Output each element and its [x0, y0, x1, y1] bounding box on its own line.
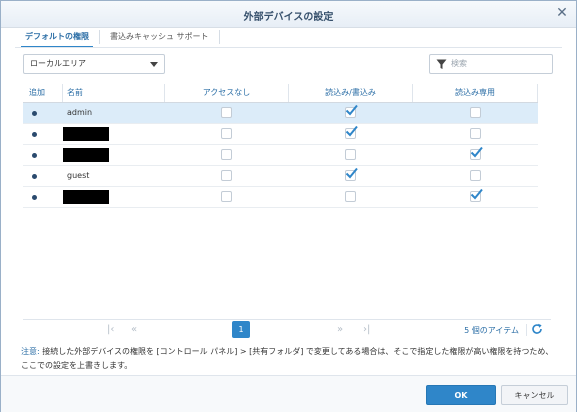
- close-icon[interactable]: ✕: [554, 5, 570, 21]
- read-write-checkbox[interactable]: [345, 191, 356, 202]
- read-only-checkbox[interactable]: [469, 128, 481, 139]
- header-read-only[interactable]: 読込み専用: [413, 84, 538, 102]
- permissions-table: 追加 名前 アクセスなし 読込み/書込み 読込み専用 admin guest: [23, 84, 538, 208]
- ok-button[interactable]: OK: [426, 385, 496, 405]
- table-row[interactable]: [23, 145, 538, 166]
- last-page-icon[interactable]: ›|: [363, 324, 370, 335]
- read-only-cell: [413, 103, 538, 123]
- item-count: 5 個のアイテム: [464, 326, 519, 335]
- read-only-checkbox[interactable]: [469, 107, 481, 118]
- read-only-cell: [413, 145, 538, 165]
- checkmark-icon: [345, 167, 358, 179]
- name-cell: [63, 124, 165, 144]
- no-access-checkbox[interactable]: [221, 191, 232, 202]
- table-row[interactable]: guest: [23, 166, 538, 187]
- read-only-cell: [413, 187, 538, 207]
- read-only-checkbox[interactable]: [469, 170, 481, 181]
- no-access-cell: [165, 187, 289, 207]
- user-scope-selected: ローカルエリア: [30, 59, 86, 68]
- tab-bar: デフォルトの権限 書込みキャッシュ サポート: [15, 27, 220, 48]
- read-write-cell: [289, 145, 413, 165]
- read-write-cell: [289, 166, 413, 186]
- bullet-icon: [32, 111, 37, 116]
- checkmark-icon: [470, 188, 483, 200]
- read-write-checkbox[interactable]: [345, 167, 358, 181]
- external-device-settings-dialog: 外部デバイスの設定 ✕ デフォルトの権限 書込みキャッシュ サポート ローカルエ…: [0, 0, 577, 412]
- add-cell: [23, 103, 63, 123]
- table-header: 追加 名前 アクセスなし 読込み/書込み 読込み専用: [23, 84, 538, 103]
- read-write-cell: [289, 124, 413, 144]
- no-access-cell: [165, 103, 289, 123]
- read-only-checkbox[interactable]: [469, 188, 483, 202]
- read-write-cell: [289, 187, 413, 207]
- add-cell: [23, 145, 63, 165]
- prev-page-icon[interactable]: «: [131, 324, 137, 335]
- read-write-checkbox[interactable]: [345, 104, 358, 118]
- no-access-cell: [165, 124, 289, 144]
- checkmark-icon: [345, 125, 358, 137]
- no-access-checkbox[interactable]: [221, 149, 232, 160]
- pagination-bar: |‹ « 1 » ›| 5 個のアイテム: [23, 319, 551, 340]
- name-cell: admin: [63, 103, 165, 123]
- name-cell: [63, 187, 165, 207]
- read-only-checkbox[interactable]: [469, 146, 483, 160]
- no-access-checkbox[interactable]: [221, 170, 232, 181]
- user-name: admin: [67, 108, 93, 117]
- user-name: guest: [67, 171, 90, 180]
- tab-divider: [218, 30, 220, 44]
- bullet-icon: [32, 174, 37, 179]
- add-cell: [23, 124, 63, 144]
- next-page-icon[interactable]: »: [337, 324, 343, 335]
- redacted-name: [63, 148, 109, 162]
- header-read-write[interactable]: 読込み/書込み: [289, 84, 413, 102]
- table-row[interactable]: admin: [23, 103, 538, 124]
- redacted-name: [63, 127, 109, 141]
- table-row[interactable]: [23, 187, 538, 208]
- dialog-footer: OK キャンセル: [1, 375, 576, 412]
- no-access-cell: [165, 166, 289, 186]
- bullet-icon: [32, 153, 37, 158]
- cancel-button[interactable]: キャンセル: [501, 385, 568, 405]
- redacted-name: [63, 190, 109, 204]
- name-cell: [63, 145, 165, 165]
- table-row[interactable]: [23, 124, 538, 145]
- bullet-icon: [32, 195, 37, 200]
- add-cell: [23, 166, 63, 186]
- header-name[interactable]: 名前: [63, 84, 165, 102]
- no-access-checkbox[interactable]: [221, 107, 232, 118]
- header-add[interactable]: 追加: [23, 84, 63, 102]
- read-only-cell: [413, 166, 538, 186]
- notice-body: 接続した外部デバイスの権限を [コントロール パネル] > [共有フォルダ] で…: [21, 347, 554, 370]
- user-scope-dropdown[interactable]: ローカルエリア: [23, 54, 165, 74]
- add-cell: [23, 187, 63, 207]
- name-cell: guest: [63, 166, 165, 186]
- no-access-cell: [165, 145, 289, 165]
- tab-write-cache-support[interactable]: 書込みキャッシュ サポート: [100, 27, 219, 47]
- current-page-button[interactable]: 1: [232, 321, 250, 338]
- table-body: admin guest: [23, 103, 538, 208]
- checkmark-icon: [345, 104, 358, 116]
- chevron-down-icon: [150, 62, 158, 67]
- filter-icon: [436, 59, 447, 69]
- title-bar: 外部デバイスの設定 ✕: [1, 1, 576, 28]
- read-write-checkbox[interactable]: [345, 149, 356, 160]
- first-page-icon[interactable]: |‹: [107, 324, 114, 335]
- notice-text: 注意: 接続した外部デバイスの権限を [コントロール パネル] > [共有フォル…: [21, 345, 556, 373]
- notice-label: 注意:: [21, 347, 40, 356]
- read-write-cell: [289, 103, 413, 123]
- search-input[interactable]: 検索: [429, 54, 553, 74]
- tab-default-permissions[interactable]: デフォルトの権限: [15, 27, 99, 48]
- read-only-cell: [413, 124, 538, 144]
- search-placeholder: 検索: [451, 59, 467, 68]
- read-write-checkbox[interactable]: [345, 125, 358, 139]
- pager-divider: [526, 324, 527, 336]
- refresh-icon[interactable]: [531, 323, 543, 335]
- bullet-icon: [32, 132, 37, 137]
- checkmark-icon: [470, 146, 483, 158]
- no-access-checkbox[interactable]: [221, 128, 232, 139]
- header-no-access[interactable]: アクセスなし: [165, 84, 289, 102]
- tabs-underline: [15, 47, 562, 48]
- dialog-title: 外部デバイスの設定: [243, 12, 334, 23]
